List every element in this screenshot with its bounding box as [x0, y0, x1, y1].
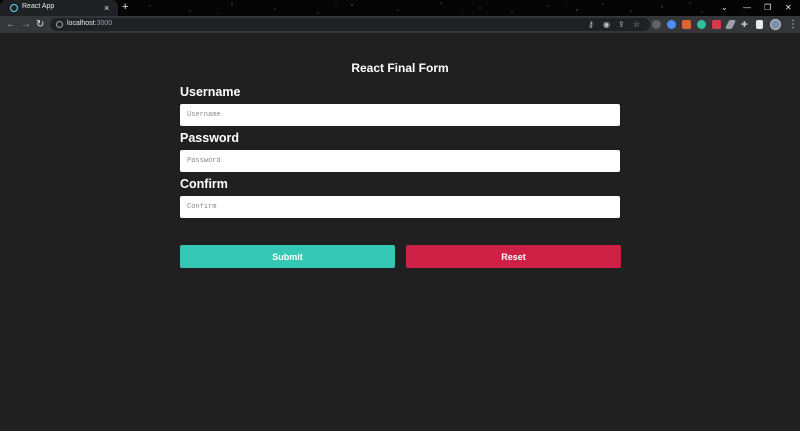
new-tab-button[interactable]: +: [122, 1, 128, 14]
puzzle-extensions-icon[interactable]: ✚: [741, 19, 748, 30]
submit-button[interactable]: Submit: [180, 245, 395, 268]
username-input[interactable]: [180, 104, 620, 126]
key-icon[interactable]: ⚷: [588, 19, 594, 30]
page-title: React Final Form: [351, 61, 449, 75]
browser-toolbar: ← → ↻ localhost:3000 ⚷ ◉ ⇪ ☆ ✚ ⋮: [0, 16, 800, 33]
reset-button[interactable]: Reset: [406, 245, 621, 268]
password-input[interactable]: [180, 150, 620, 172]
side-panel-icon[interactable]: [756, 20, 763, 29]
address-bar[interactable]: localhost:3000 ⚷ ◉ ⇪ ☆: [50, 18, 650, 31]
extension-icon[interactable]: [682, 20, 691, 29]
url-text: localhost:3000: [67, 20, 113, 27]
extension-icon[interactable]: [697, 20, 706, 29]
extension-icon[interactable]: [667, 20, 676, 29]
pen-extension-icon[interactable]: [724, 20, 737, 29]
username-label: Username: [180, 85, 241, 99]
eye-slash-icon[interactable]: ◉: [603, 19, 610, 30]
browser-menu-icon[interactable]: ⋮: [788, 17, 798, 32]
reload-icon[interactable]: ↻: [36, 17, 44, 32]
password-label: Password: [180, 131, 240, 145]
starfield-background: [149, 1, 703, 15]
browser-tab[interactable]: React App ×: [0, 0, 118, 16]
tab-search-icon[interactable]: ⌄: [721, 1, 728, 14]
profile-avatar[interactable]: [770, 19, 781, 30]
back-arrow-icon[interactable]: ←: [6, 17, 16, 32]
forward-arrow-icon[interactable]: →: [21, 17, 31, 32]
tab-close-icon[interactable]: ×: [104, 1, 109, 15]
share-icon[interactable]: ⇪: [618, 19, 625, 30]
extension-icon[interactable]: [652, 20, 661, 29]
site-info-icon[interactable]: [56, 21, 63, 28]
maximize-button[interactable]: ❐: [764, 1, 771, 14]
close-window-button[interactable]: ✕: [785, 1, 792, 14]
react-favicon-icon: [10, 4, 18, 12]
extension-icon[interactable]: [712, 20, 721, 29]
confirm-input[interactable]: [180, 196, 620, 218]
confirm-label: Confirm: [180, 177, 228, 191]
bookmark-star-icon[interactable]: ☆: [633, 19, 640, 30]
minimize-button[interactable]: —: [743, 1, 751, 14]
tab-title: React App: [22, 3, 55, 10]
browser-tab-strip: React App × + ⌄ — ❐ ✕: [0, 0, 800, 16]
